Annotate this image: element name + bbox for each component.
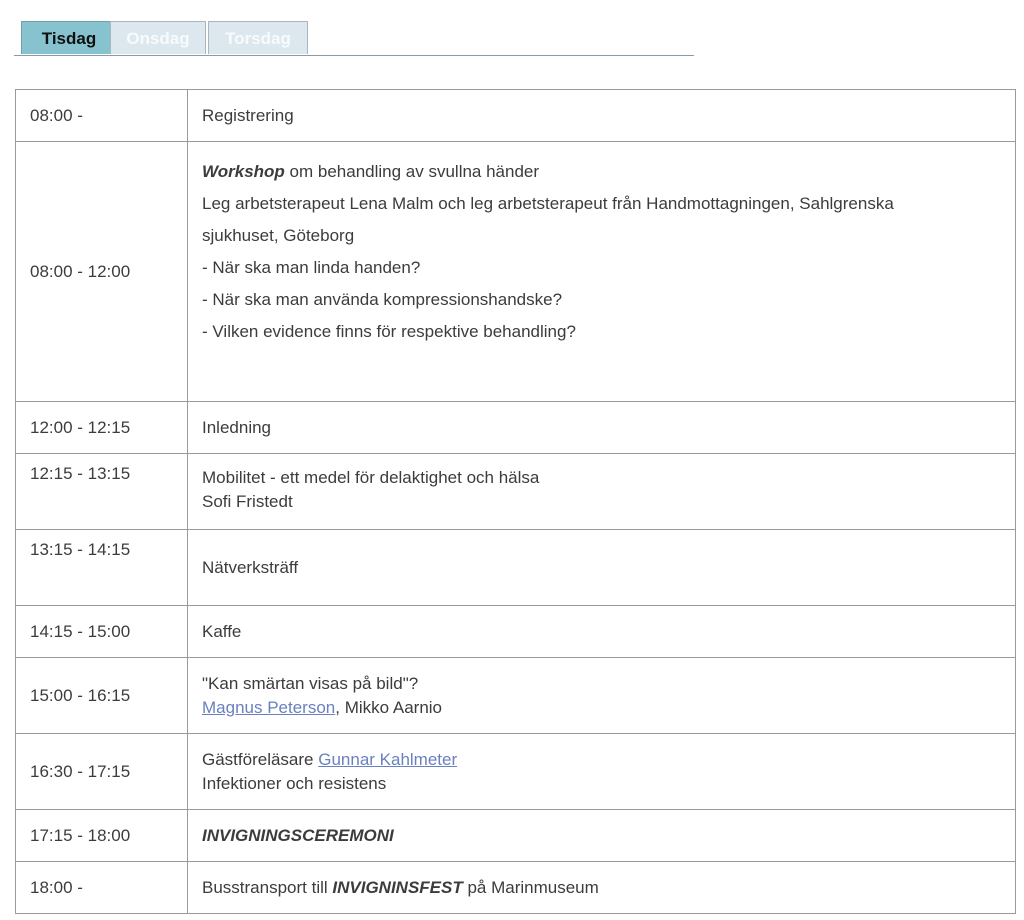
activity-cell: Nätverksträff [187,529,1016,606]
table-row: 14:15 - 15:00 Kaffe [15,605,1016,658]
bus-prefix: Busstransport till [202,877,333,897]
activity-cell: INVIGNINGSCEREMONI [187,809,1016,862]
time-cell: 15:00 - 16:15 [15,657,188,734]
workshop-label: Workshop [202,162,285,181]
schedule-table: 08:00 - Registrering 08:00 - 12:00 Works… [15,89,1016,914]
activity-cell: Busstransport till INVIGNINSFEST på Mari… [187,861,1016,914]
speaker-link-magnus-peterson[interactable]: Magnus Peterson [202,698,335,717]
table-row: 08:00 - Registrering [15,89,1016,142]
time-cell: 08:00 - [15,89,188,142]
time-cell: 13:15 - 14:15 [15,529,188,606]
bus-suffix: på Marinmuseum [462,877,599,897]
table-row: 13:15 - 14:15 Nätverksträff [15,529,1016,606]
tab-torsdag[interactable]: Torsdag [208,21,308,54]
time-cell: 17:15 - 18:00 [15,809,188,862]
guest-lecturer: Gästföreläsare Gunnar Kahlmeter [202,748,1001,772]
tab-onsdag[interactable]: Onsdag [110,21,206,54]
session-subtitle: Infektioner och resistens [202,773,387,793]
time-cell: 18:00 - [15,861,188,914]
session-speakers: Magnus Peterson, Mikko Aarnio [202,696,1001,720]
workshop-question: - Vilken evidence finns för respektive b… [202,322,576,341]
session-title: "Kan smärtan visas på bild"? [202,673,419,693]
tab-tisdag[interactable]: Tisdag [21,21,117,54]
day-tabs: Tisdag Onsdag Torsdag [14,21,694,56]
table-row: 08:00 - 12:00 Workshop om behandling av … [15,141,1016,402]
activity-cell: "Kan smärtan visas på bild"? Magnus Pete… [187,657,1016,734]
activity-cell: Registrering [187,89,1016,142]
table-row: 12:00 - 12:15 Inledning [15,401,1016,454]
time-cell: 12:15 - 13:15 [15,453,188,530]
session-title: Mobilitet - ett medel för delaktighet oc… [202,468,540,487]
activity-cell: Inledning [187,401,1016,454]
time-cell: 16:30 - 17:15 [15,733,188,810]
workshop-cell: Workshop om behandling av svullna händer… [187,141,1016,402]
activity-cell: Gästföreläsare Gunnar Kahlmeter Infektio… [187,733,1016,810]
activity-cell: Mobilitet - ett medel för delaktighet oc… [187,453,1016,530]
table-row: 12:15 - 13:15 Mobilitet - ett medel för … [15,453,1016,530]
table-row: 16:30 - 17:15 Gästföreläsare Gunnar Kahl… [15,733,1016,810]
workshop-title: om behandling av svullna händer [284,162,540,181]
workshop-question: - När ska man linda handen? [202,258,421,277]
workshop-speakers-cont: sjukhuset, Göteborg [202,226,355,245]
table-row: 17:15 - 18:00 INVIGNINGSCEREMONI [15,809,1016,862]
workshop-heading: Workshop om behandling av svullna händer [202,156,1001,188]
event-name: INVIGNINSFEST [332,877,463,897]
table-row: 15:00 - 16:15 "Kan smärtan visas på bild… [15,657,1016,734]
workshop-question: - När ska man använda kompressionshandsk… [202,290,563,309]
table-row: 18:00 - Busstransport till INVIGNINSFEST… [15,861,1016,914]
speaker-rest: , Mikko Aarnio [335,697,443,717]
time-cell: 08:00 - 12:00 [15,141,188,402]
speaker-link-gunnar-kahlmeter[interactable]: Gunnar Kahlmeter [318,750,457,769]
time-cell: 14:15 - 15:00 [15,605,188,658]
session-speaker: Sofi Fristedt [202,492,293,511]
guest-prefix: Gästföreläsare [202,749,319,769]
time-cell: 12:00 - 12:15 [15,401,188,454]
workshop-speakers: Leg arbetsterapeut Lena Malm och leg arb… [202,194,894,213]
activity-cell: Kaffe [187,605,1016,658]
